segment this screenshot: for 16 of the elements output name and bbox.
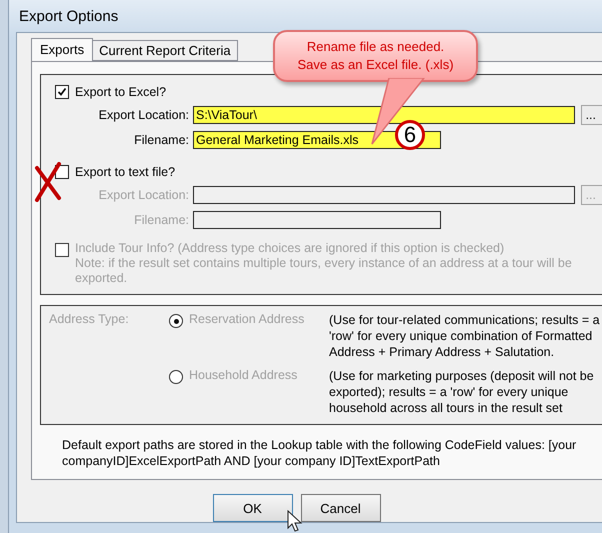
note-text: Note: if the result set contains multiple tours, every instance of an address at a tour will be exported. [75, 256, 573, 286]
radio-label: Household Address [189, 368, 298, 382]
checkbox-label: Export to Excel? [75, 85, 166, 99]
checkbox-label: Include Tour Info? (Address type choices are ignored if this option is checked) [75, 241, 506, 256]
footer-note: Default export paths are stored in the Lookup table with the following CodeField values: [your companyID]ExcelExportPath AND [your company ID]TextExportPath [61, 437, 578, 470]
field-label: Filename: [133, 133, 190, 147]
option-description: (Use for marketing purposes (deposit will not be exported); results = a 'row' for every unique household across all tours in the result set [329, 368, 595, 416]
checkbox-label: Export to text file? [75, 165, 176, 179]
group-label: Address Type: [49, 312, 130, 328]
callout-bubble: Rename file as needed. Save as an Excel file. (.xls) [273, 30, 478, 82]
radio-label: Reservation Address [189, 312, 304, 326]
field-label: Export Location: [98, 188, 190, 202]
field-label: Export Location: [98, 108, 190, 122]
field-label: Filename: [133, 213, 190, 227]
window-title: Export Options [18, 6, 120, 26]
option-description: (Use for tour-related communications; results = a 'row' for every unique combination of Formatted Address + Primary Address + Salutation. [329, 312, 601, 360]
